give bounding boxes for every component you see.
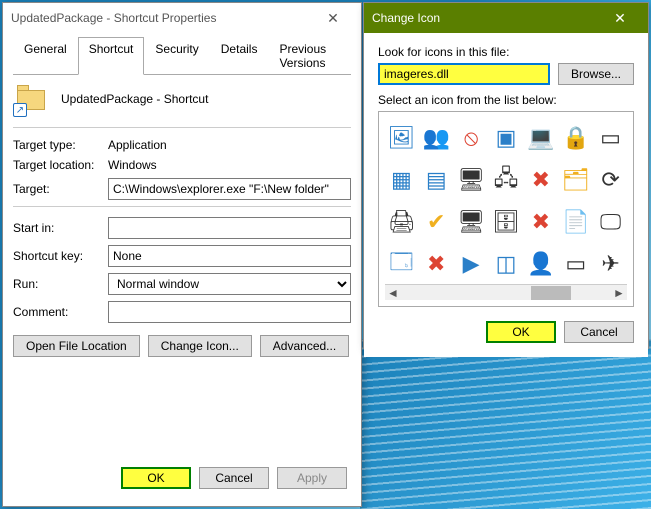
properties-title: UpdatedPackage - Shortcut Properties — [11, 11, 313, 25]
icon-choice[interactable]: ▶ — [455, 244, 488, 284]
divider — [13, 206, 351, 207]
icon-choice[interactable]: 🔒 — [559, 118, 592, 158]
icon-choice[interactable]: ⦸ — [455, 118, 488, 158]
icon-choice[interactable]: 👤 — [524, 244, 557, 284]
icon-choice[interactable]: 🖨 — [385, 202, 418, 242]
close-icon[interactable]: ✕ — [313, 3, 353, 33]
icon-path-input[interactable] — [378, 63, 550, 85]
icon-choice[interactable]: ▦ — [385, 160, 418, 200]
tab-previous-versions[interactable]: Previous Versions — [268, 37, 351, 74]
shortcut-key-input[interactable] — [108, 245, 351, 267]
icon-choice[interactable]: ▭ — [594, 118, 627, 158]
comment-input[interactable] — [108, 301, 351, 323]
look-for-icons-label: Look for icons in this file: — [378, 45, 634, 59]
icon-choice[interactable]: ◫ — [490, 244, 523, 284]
icon-choice[interactable]: 📄 — [559, 202, 592, 242]
properties-window: UpdatedPackage - Shortcut Properties ✕ G… — [2, 2, 362, 507]
icon-choice[interactable]: 🗄 — [490, 202, 523, 242]
icon-choice[interactable]: ▣ — [490, 118, 523, 158]
divider — [13, 127, 351, 128]
target-input[interactable] — [108, 178, 351, 200]
icon-grid: 🖼👥⦸▣💻🔒▭▦▤🖥🖧✖🗂⟳🖨✔🖥🗄✖📄🖵🗔✖▶◫👤▭✈ ◄ ► — [378, 111, 634, 307]
icon-choice[interactable]: ▭ — [559, 244, 592, 284]
tab-shortcut[interactable]: Shortcut — [78, 37, 145, 75]
icon-choice[interactable]: 🖵 — [594, 202, 627, 242]
run-select[interactable]: Normal window — [108, 273, 351, 295]
icon-choice[interactable]: ✖ — [524, 160, 557, 200]
icon-choice[interactable]: 🖼 — [385, 118, 418, 158]
dialog-buttons: OK Cancel Apply — [13, 467, 351, 489]
ok-button[interactable]: OK — [486, 321, 556, 343]
icon-choice[interactable]: 💻 — [524, 118, 557, 158]
icon-choice[interactable]: 🗂 — [559, 160, 592, 200]
shortcut-name: UpdatedPackage - Shortcut — [61, 92, 208, 106]
icon-choice[interactable]: ▤ — [420, 160, 453, 200]
tab-general[interactable]: General — [13, 37, 78, 74]
properties-titlebar[interactable]: UpdatedPackage - Shortcut Properties ✕ — [3, 3, 361, 33]
browse-button[interactable]: Browse... — [558, 63, 634, 85]
change-icon-window: Change Icon ✕ Look for icons in this fil… — [363, 2, 649, 349]
cancel-button[interactable]: Cancel — [564, 321, 634, 343]
icon-choice[interactable]: 🗔 — [385, 244, 418, 284]
target-type-value: Application — [108, 138, 167, 152]
scroll-thumb[interactable] — [531, 286, 571, 300]
comment-label: Comment: — [13, 305, 108, 319]
scroll-left-icon[interactable]: ◄ — [385, 286, 401, 300]
shortcut-key-label: Shortcut key: — [13, 249, 108, 263]
change-icon-title: Change Icon — [372, 11, 600, 25]
apply-button[interactable]: Apply — [277, 467, 347, 489]
icon-choice[interactable]: ⟳ — [594, 160, 627, 200]
icon-choice[interactable]: 🖥 — [455, 160, 488, 200]
tab-details[interactable]: Details — [210, 37, 269, 74]
desktop-wallpaper — [360, 339, 651, 509]
open-file-location-button[interactable]: Open File Location — [13, 335, 140, 357]
target-label: Target: — [13, 182, 108, 196]
tab-security[interactable]: Security — [144, 37, 209, 74]
tabs: General Shortcut Security Details Previo… — [13, 37, 351, 75]
icon-choice[interactable]: ✔ — [420, 202, 453, 242]
action-buttons: Open File Location Change Icon... Advanc… — [13, 335, 351, 357]
select-icon-label: Select an icon from the list below: — [378, 93, 634, 107]
icon-grid-scrollbar[interactable]: ◄ ► — [385, 284, 627, 300]
change-icon-titlebar[interactable]: Change Icon ✕ — [364, 3, 648, 33]
target-location-value: Windows — [108, 158, 157, 172]
cancel-button[interactable]: Cancel — [199, 467, 269, 489]
target-type-label: Target type: — [13, 138, 108, 152]
ok-button[interactable]: OK — [121, 467, 191, 489]
target-location-label: Target location: — [13, 158, 108, 172]
icon-choice[interactable]: 👥 — [420, 118, 453, 158]
close-icon[interactable]: ✕ — [600, 3, 640, 33]
run-label: Run: — [13, 277, 108, 291]
start-in-input[interactable] — [108, 217, 351, 239]
icon-choice[interactable]: 🖧 — [490, 160, 523, 200]
scroll-right-icon[interactable]: ► — [611, 286, 627, 300]
change-icon-button[interactable]: Change Icon... — [148, 335, 252, 357]
change-icon-buttons: OK Cancel — [378, 321, 634, 343]
icon-choice[interactable]: 🖥 — [455, 202, 488, 242]
icon-choice[interactable]: ✖ — [420, 244, 453, 284]
icon-choice[interactable]: ✈ — [594, 244, 627, 284]
shortcut-header: ↗ UpdatedPackage - Shortcut — [17, 85, 351, 113]
advanced-button[interactable]: Advanced... — [260, 335, 349, 357]
start-in-label: Start in: — [13, 221, 108, 235]
icon-choice[interactable]: ✖ — [524, 202, 557, 242]
folder-shortcut-icon: ↗ — [17, 85, 49, 113]
